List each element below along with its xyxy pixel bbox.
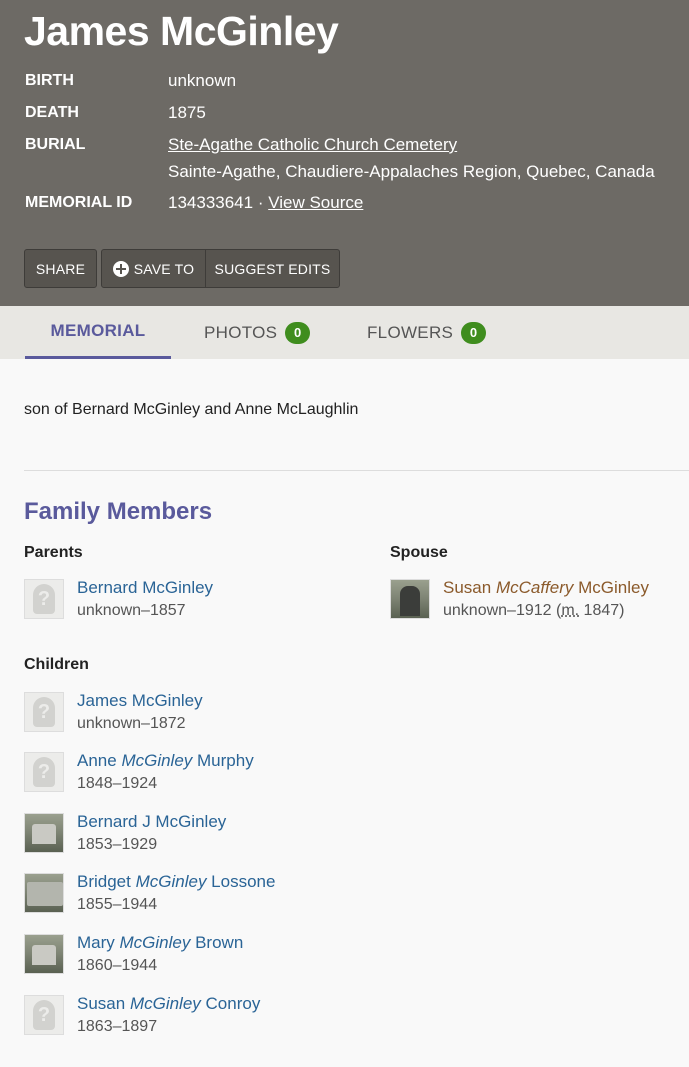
tab-memorial[interactable]: MEMORIAL [25, 306, 171, 359]
member-maiden-name: McGinley [135, 872, 207, 891]
birth-value: unknown [168, 71, 237, 90]
member-first-name: Mary [77, 933, 120, 952]
member-maiden-name: McGinley [121, 751, 193, 770]
member-name[interactable]: Bernard J McGinley [77, 812, 226, 832]
unknown-photo-icon [24, 995, 64, 1035]
unknown-photo-icon [24, 579, 64, 619]
photos-count-badge: 0 [285, 321, 311, 344]
headstone-photo-icon [390, 579, 430, 619]
member-first-name: Bernard J McGinley [77, 812, 227, 831]
tab-memorial-label: MEMORIAL [50, 321, 146, 340]
member-dates: 1863–1897 [77, 1018, 158, 1035]
memorial-header: James McGinley BIRTH unknown DEATH 1875 … [0, 0, 689, 306]
tab-bar: MEMORIAL PHOTOS 0 FLOWERS 0 [0, 306, 689, 359]
share-button[interactable]: SHARE [24, 249, 97, 288]
tab-photos[interactable]: PHOTOS 0 [204, 306, 311, 359]
family-member-child[interactable]: Bridget McGinley Lossone 1855–1944 [24, 872, 324, 920]
family-member-parent[interactable]: Bernard McGinley unknown–1857 [24, 578, 324, 626]
member-dates: 1853–1929 [77, 836, 158, 853]
member-first-name: Bernard McGinley [77, 578, 214, 597]
save-to-label: SAVE TO [133, 260, 195, 277]
spouse-label: Spouse [390, 544, 448, 561]
flowers-count-badge: 0 [461, 321, 487, 344]
member-first-name: Bridget [77, 872, 136, 891]
memorial-id-line: 134333641 · View Source [168, 193, 363, 213]
page-title: James McGinley [24, 8, 339, 54]
parents-label: Parents [24, 544, 83, 561]
member-name[interactable]: Susan McGinley Conroy [77, 994, 260, 1014]
burial-cemetery-link[interactable]: Ste-Agathe Catholic Church Cemetery [168, 135, 457, 155]
share-label: SHARE [35, 260, 86, 277]
death-value: 1875 [168, 103, 206, 122]
burial-label: BURIAL [25, 136, 86, 153]
memorial-id-label: MEMORIAL ID [25, 194, 133, 211]
bio-text: son of Bernard McGinley and Anne McLaugh… [24, 401, 359, 418]
plus-circle-icon [112, 260, 129, 277]
tab-flowers-label: FLOWERS [367, 322, 454, 342]
member-first-name: Susan [77, 994, 130, 1013]
suggest-edits-button[interactable]: SUGGEST EDITS [205, 249, 340, 288]
member-first-name: James McGinley [77, 691, 203, 710]
family-member-child[interactable]: James McGinley unknown–1872 [24, 691, 324, 739]
member-dates: unknown–1857 [77, 602, 186, 619]
member-name[interactable]: Mary McGinley Brown [77, 933, 243, 953]
member-last-name: Lossone [206, 872, 276, 891]
save-to-button[interactable]: SAVE TO [101, 249, 206, 288]
member-name[interactable]: Bridget McGinley Lossone [77, 872, 275, 892]
headstone-photo-icon [24, 934, 64, 974]
birth-label: BIRTH [25, 72, 74, 89]
divider [24, 470, 689, 471]
member-maiden-name: McGinley [129, 994, 201, 1013]
family-member-spouse[interactable]: Susan McCaffery McGinley unknown–1912 (m… [390, 578, 689, 626]
member-last-name: McGinley [573, 578, 649, 597]
member-first-name: Susan [443, 578, 496, 597]
suggest-edits-label: SUGGEST EDITS [214, 260, 331, 277]
unknown-photo-icon [24, 752, 64, 792]
memorial-id-value: 134333641 · [168, 193, 269, 212]
tab-photos-label: PHOTOS [204, 322, 278, 342]
unknown-photo-icon [24, 692, 64, 732]
member-name[interactable]: Anne McGinley Murphy [77, 751, 254, 771]
death-label: DEATH [25, 104, 79, 121]
member-last-name: Conroy [200, 994, 261, 1013]
family-members-title: Family Members [24, 498, 213, 525]
member-dates: unknown–1912 (m. 1847) [443, 602, 624, 620]
member-last-name: Murphy [192, 751, 254, 770]
member-dates: unknown–1872 [77, 715, 186, 732]
view-source-link[interactable]: View Source [268, 193, 363, 212]
member-maiden-name: McCaffery [495, 578, 574, 597]
headstone-photo-icon [24, 873, 64, 913]
tab-flowers[interactable]: FLOWERS 0 [367, 306, 487, 359]
member-dates: 1848–1924 [77, 775, 158, 792]
marriage-abbr: m. [561, 602, 580, 619]
member-name[interactable]: Bernard McGinley [77, 578, 213, 598]
family-member-child[interactable]: Anne McGinley Murphy 1848–1924 [24, 751, 324, 799]
member-first-name: Anne [77, 751, 122, 770]
headstone-photo-icon [24, 813, 64, 853]
member-dates: 1860–1944 [77, 957, 158, 974]
member-last-name: Brown [190, 933, 244, 952]
member-dates: 1855–1944 [77, 896, 158, 913]
children-label: Children [24, 656, 89, 673]
burial-location: Sainte-Agathe, Chaudiere-Appalaches Regi… [168, 162, 655, 181]
member-name[interactable]: James McGinley [77, 691, 203, 711]
member-lifespan: unknown–1912 ( [443, 602, 562, 619]
family-member-child[interactable]: Bernard J McGinley 1853–1929 [24, 812, 324, 860]
family-member-child[interactable]: Susan McGinley Conroy 1863–1897 [24, 994, 324, 1042]
family-member-child[interactable]: Mary McGinley Brown 1860–1944 [24, 933, 324, 981]
member-maiden-name: McGinley [119, 933, 191, 952]
member-name[interactable]: Susan McCaffery McGinley [443, 578, 649, 598]
marriage-year: 1847) [579, 602, 625, 619]
